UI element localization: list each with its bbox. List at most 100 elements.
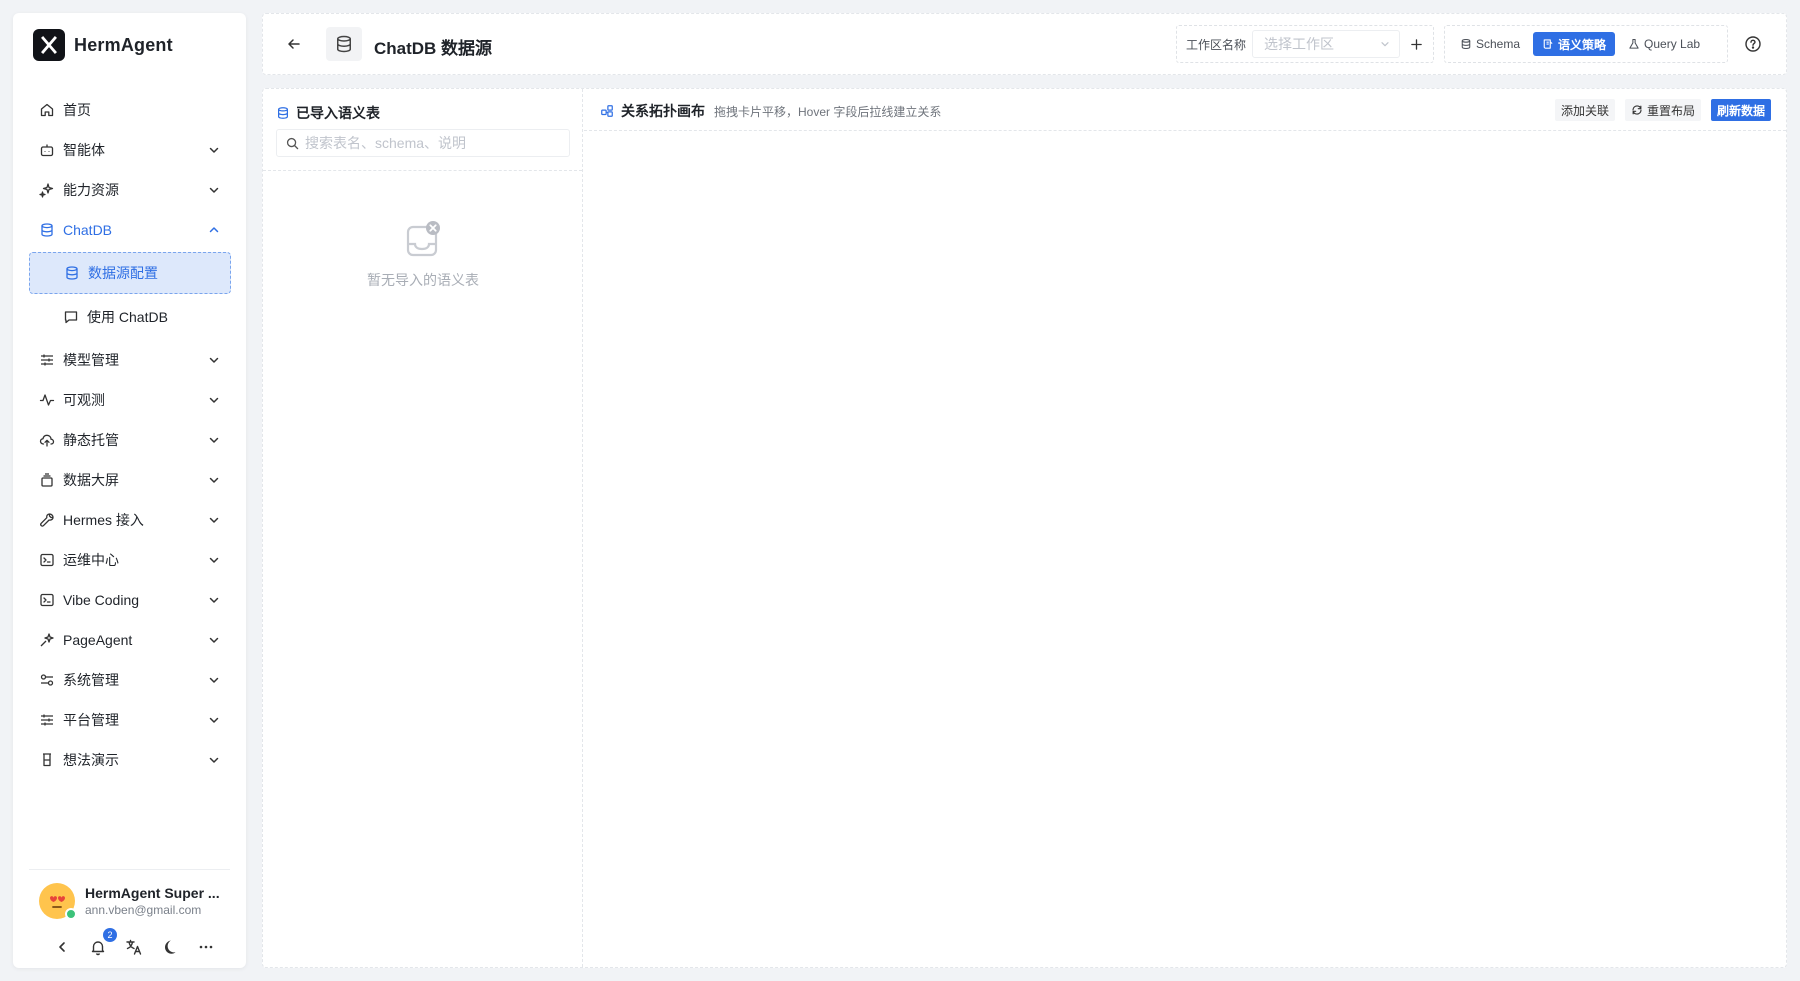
workspace-label: 工作区名称 — [1186, 37, 1247, 52]
chevron-down-icon — [207, 473, 221, 487]
translate-icon[interactable] — [125, 938, 143, 956]
sidebar-item-hermes[interactable]: Hermes 接入 — [29, 500, 231, 540]
chevron-down-icon — [207, 393, 221, 407]
activity-icon — [39, 392, 55, 408]
chevron-down-icon — [207, 553, 221, 567]
reset-layout-button[interactable]: 重置布局 — [1624, 99, 1701, 121]
sidebar-item-vibe-coding[interactable]: Vibe Coding — [29, 580, 231, 620]
database-icon — [39, 222, 55, 238]
sidebar-item-idea-demo[interactable]: 想法演示 — [29, 740, 231, 780]
sidebar-menu: 首页 智能体 能力资源 ChatDB 数据源配置 使用 ChatDB 模型管理 … — [29, 90, 231, 780]
user-info: HermAgent Super ... ann.vben@gmail.com — [85, 884, 220, 918]
chevron-up-icon — [207, 223, 221, 237]
sidebar-item-platform-management[interactable]: 平台管理 — [29, 700, 231, 740]
add-relation-button[interactable]: 添加关联 — [1554, 99, 1615, 121]
back-arrow-icon[interactable] — [285, 35, 303, 53]
sidebar-divider — [29, 869, 230, 870]
chat-icon — [63, 309, 79, 325]
chevron-down-icon — [207, 673, 221, 687]
sidebar-item-system-management[interactable]: 系统管理 — [29, 660, 231, 700]
database-icon — [1461, 38, 1471, 50]
chevron-down-icon — [207, 713, 221, 727]
tab-query-lab[interactable]: Query Lab — [1619, 32, 1709, 56]
avatar — [39, 883, 77, 920]
notification-badge: 2 — [103, 928, 117, 942]
refresh-icon — [1632, 105, 1642, 115]
imported-tables-title: 已导入语义表 — [296, 105, 380, 121]
view-tabs: Schema 语义策略 Query Lab — [1444, 25, 1728, 63]
sidebar-item-agents[interactable]: 智能体 — [29, 130, 231, 170]
page-title: ChatDB 数据源 — [374, 39, 493, 58]
topology-icon — [601, 105, 613, 117]
chevron-down-icon — [1379, 38, 1391, 50]
sidebar-item-ops-center[interactable]: 运维中心 — [29, 540, 231, 580]
database-icon — [278, 107, 288, 119]
sidebar-item-data-screen[interactable]: 数据大屏 — [29, 460, 231, 500]
more-icon[interactable] — [197, 938, 215, 956]
tab-schema[interactable]: Schema — [1451, 32, 1529, 56]
empty-state-text: 暂无导入的语义表 — [367, 272, 479, 288]
plus-icon — [1411, 38, 1422, 50]
sidebar-item-pageagent[interactable]: PageAgent — [29, 620, 231, 660]
sidebar-item-capabilities[interactable]: 能力资源 — [29, 170, 231, 210]
empty-inbox-icon — [403, 219, 443, 259]
user-email: ann.vben@gmail.com — [85, 903, 202, 917]
sidebar-item-model-management[interactable]: 模型管理 — [29, 340, 231, 380]
add-workspace-button[interactable] — [1400, 30, 1433, 58]
sidebar-item-static-hosting[interactable]: 静态托管 — [29, 420, 231, 460]
canvas-actions: 添加关联 重置布局 刷新数据 — [1554, 99, 1771, 121]
database-icon — [326, 27, 362, 61]
sidebar-item-datasource-config[interactable]: 数据源配置 — [29, 252, 231, 294]
page-header: ChatDB 数据源 工作区名称 选择工作区 Schema 语义策略 Query… — [262, 13, 1787, 75]
sidebar-item-observability[interactable]: 可观测 — [29, 380, 231, 420]
chevron-down-icon — [207, 513, 221, 527]
canvas-hint: 拖拽卡片平移，Hover 字段后拉线建立关系 — [714, 104, 942, 119]
cloud-upload-icon — [39, 432, 55, 448]
topology-canvas[interactable] — [584, 132, 1786, 967]
chevron-down-icon — [207, 593, 221, 607]
flask-icon — [1629, 38, 1639, 49]
chevron-down-icon — [207, 753, 221, 767]
imported-tables-header: 已导入语义表 — [276, 103, 380, 123]
sparkles-icon — [39, 182, 55, 198]
empty-state: 暂无导入的语义表 — [263, 219, 583, 290]
sidebar-item-chatdb[interactable]: ChatDB — [29, 210, 231, 250]
refresh-data-button[interactable]: 刷新数据 — [1710, 99, 1771, 121]
sidebar-item-home[interactable]: 首页 — [29, 90, 231, 130]
imported-tables-panel: 已导入语义表 暂无导入的语义表 — [263, 89, 583, 967]
layers-icon — [39, 472, 55, 488]
collapse-sidebar-icon[interactable] — [53, 938, 71, 956]
moon-icon[interactable] — [161, 938, 179, 956]
sidebar-item-use-chatdb[interactable]: 使用 ChatDB — [29, 296, 231, 338]
canvas-title: 关系拓扑画布 — [621, 103, 705, 119]
canvas-heading: 关系拓扑画布 拖拽卡片平移，Hover 字段后拉线建立关系 — [600, 101, 941, 121]
chevron-down-icon — [207, 353, 221, 367]
canvas-toolbar: 关系拓扑画布 拖拽卡片平移，Hover 字段后拉线建立关系 添加关联 重置布局 … — [584, 89, 1786, 131]
home-icon — [39, 102, 55, 118]
online-status-icon — [65, 908, 77, 920]
terminal-icon — [39, 552, 55, 568]
database-icon — [64, 265, 80, 281]
brand-logo — [33, 29, 65, 61]
sparkles-icon — [39, 632, 55, 648]
brand[interactable]: HermAgent — [33, 29, 173, 61]
bell-icon[interactable]: 2 — [89, 928, 117, 956]
table-search-box — [276, 129, 570, 157]
main-content: 已导入语义表 暂无导入的语义表 关系拓扑画布 拖拽卡片平移， — [262, 88, 1787, 968]
help-icon[interactable] — [1744, 35, 1762, 53]
brand-name: HermAgent — [74, 34, 173, 55]
chevron-down-icon — [207, 433, 221, 447]
terminal-icon — [39, 592, 55, 608]
user-profile[interactable]: HermAgent Super ... ann.vben@gmail.com — [39, 883, 220, 920]
wrench-icon — [39, 512, 55, 528]
search-icon — [286, 137, 299, 149]
flask-icon — [39, 752, 55, 768]
table-search-input[interactable] — [305, 135, 560, 151]
tab-semantic-policy[interactable]: 语义策略 — [1533, 32, 1616, 56]
toggles-icon — [39, 672, 55, 688]
workspace-select-placeholder: 选择工作区 — [1264, 36, 1335, 52]
workspace-select[interactable]: 选择工作区 — [1252, 30, 1400, 58]
sliders-icon — [39, 352, 55, 368]
sliders-icon — [39, 712, 55, 728]
panel-divider — [263, 170, 582, 171]
